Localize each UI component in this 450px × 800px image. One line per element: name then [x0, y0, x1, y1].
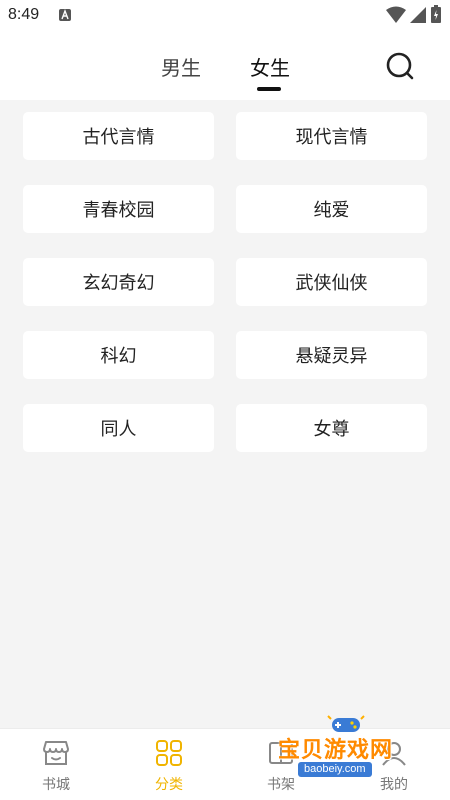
nav-label-category: 分类 [155, 777, 183, 793]
tab-female[interactable]: 女生 [250, 52, 290, 81]
category-modern-romance[interactable]: 现代言情 [236, 112, 427, 160]
category-fan-fiction[interactable]: 同人 [23, 404, 214, 452]
category-sci-fi[interactable]: 科幻 [23, 331, 214, 379]
watermark-url: baobeiy.com [298, 762, 372, 777]
category-wuxia-xianxia[interactable]: 武侠仙侠 [236, 258, 427, 306]
battery-icon [431, 5, 441, 23]
nav-label-store: 书城 [42, 777, 70, 793]
category-youth-campus[interactable]: 青春校园 [23, 185, 214, 233]
signal-icon [410, 7, 426, 23]
active-tab-indicator [257, 87, 281, 91]
wifi-icon [386, 6, 406, 23]
category-ancient-romance[interactable]: 古代言情 [23, 112, 214, 160]
tab-male[interactable]: 男生 [161, 52, 201, 81]
grid-icon [156, 740, 182, 766]
status-time: 8:49 [8, 6, 40, 23]
category-suspense[interactable]: 悬疑灵异 [236, 331, 427, 379]
header: 男生 女生 [0, 32, 450, 100]
app-notification-icon [59, 9, 71, 21]
search-icon[interactable] [384, 50, 416, 82]
store-icon [43, 741, 69, 765]
status-bar: 8:49 [0, 0, 450, 32]
category-fantasy[interactable]: 玄幻奇幻 [23, 258, 214, 306]
category-female-dominant[interactable]: 女尊 [236, 404, 427, 452]
nav-item-category[interactable]: 分类 [129, 729, 209, 800]
nav-item-store[interactable]: 书城 [16, 729, 96, 800]
watermark-text: 宝贝游戏网 [278, 738, 394, 763]
category-pure-love[interactable]: 纯爱 [236, 185, 427, 233]
watermark: 宝贝游戏网 baobeiy.com [274, 712, 424, 784]
